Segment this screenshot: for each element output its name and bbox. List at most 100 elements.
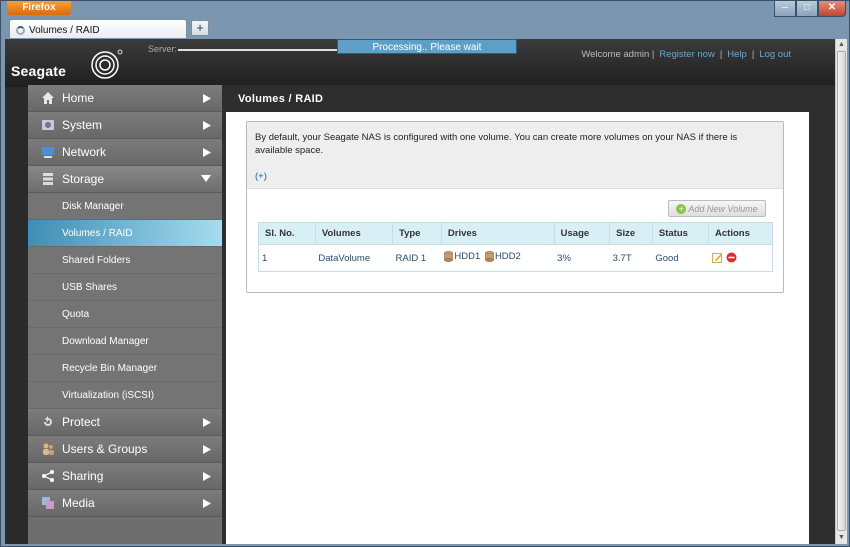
col-header: Status [651,222,710,245]
scroll-down-icon[interactable]: ▼ [836,532,847,544]
chevron-right-icon [203,499,211,508]
loading-spinner-icon [16,26,25,35]
sidebar-item-media[interactable]: Media [28,490,222,517]
info-text: By default, your Seagate NAS is configur… [255,132,738,156]
chevron-down-icon [201,175,211,182]
cell-no: 1 [258,244,316,272]
page-viewport: Seagate Server: Processing.. Please wait… [5,39,835,544]
table-header-row: Sl. No. Volumes Type Drives Usage Size S… [258,222,773,245]
firefox-menu-button[interactable]: Firefox [7,1,71,15]
page-title: Volumes / RAID [238,93,324,105]
drive-item: HDD2 [485,251,521,262]
col-header: Usage [553,222,611,245]
tab-title: Volumes / RAID [29,25,100,36]
seagate-logo[interactable]: Seagate [5,39,123,87]
protect-icon [41,415,55,429]
sidebar-item-label: Sharing [62,469,104,483]
network-icon [41,145,55,159]
register-link[interactable]: Register now [659,49,714,60]
chevron-right-icon [203,148,211,157]
system-icon [41,118,55,132]
sidebar-item-network[interactable]: Network [28,139,222,166]
col-header: Type [392,222,442,245]
sidebar-item-label: Storage [62,172,105,186]
scroll-up-icon[interactable]: ▲ [836,39,847,51]
sidebar-sub-recycle-bin[interactable]: Recycle Bin Manager [28,355,222,382]
welcome-text: Welcome admin | [581,49,655,60]
sidebar-item-label: System [62,118,103,132]
col-header: Volumes [314,222,394,245]
logout-link[interactable]: Log out [759,49,791,60]
sidebar-sub-shared-folders[interactable]: Shared Folders [28,247,222,274]
sidebar-item-label: Network [62,145,107,159]
sidebar-item-system[interactable]: System [28,112,222,139]
vertical-scrollbar[interactable]: ▲ ▼ [835,39,847,544]
nav-separator: | [719,49,723,60]
col-header: Sl. No. [258,222,316,245]
server-label: Server: [148,44,178,54]
close-button[interactable]: ✕ [818,1,846,17]
maximize-button[interactable]: □ [796,1,818,17]
sidebar-item-label: Users & Groups [62,442,148,456]
sidebar-item-sharing[interactable]: Sharing [28,463,222,490]
server-progress-bar [178,49,338,51]
chevron-right-icon [203,472,211,481]
processing-banner: Processing.. Please wait [337,39,517,54]
sidebar-sub-disk-manager[interactable]: Disk Manager [28,193,222,220]
sidebar-sub-virtualization[interactable]: Virtualization (iSCSI) [28,382,222,409]
delete-icon[interactable] [726,252,737,263]
sidebar-item-label: Media [62,496,95,510]
sidebar-item-users-groups[interactable]: Users & Groups [28,436,222,463]
new-tab-button[interactable]: + [191,20,209,36]
chevron-right-icon [203,445,211,454]
edit-icon[interactable] [711,252,723,264]
add-button-label: Add New Volume [688,203,758,214]
drive-label: HDD2 [494,251,521,262]
media-icon [41,496,55,510]
volumes-panel: By default, your Seagate NAS is configur… [246,121,784,293]
cell-type: RAID 1 [392,244,442,272]
sidebar-item-label: Protect [62,415,101,429]
chevron-right-icon [203,121,211,130]
cell-drives: HDD1 HDD2 [441,244,555,272]
tab-bar: Volumes / RAID + [5,17,847,39]
cell-actions [708,244,773,272]
help-link[interactable]: Help [727,49,747,60]
sidebar-sub-download-manager[interactable]: Download Manager [28,328,222,355]
hdd-icon [485,251,494,262]
storage-icon [41,172,55,186]
hdd-icon [444,251,454,262]
volumes-table: Sl. No. Volumes Type Drives Usage Size S… [258,222,773,272]
col-header: Actions [708,222,773,245]
table-row[interactable]: 1 DataVolume RAID 1 HDD1 HDD2 3% 3.7T Go… [258,244,773,272]
chevron-right-icon [203,94,211,103]
minimize-button[interactable]: – [774,1,796,17]
chevron-right-icon [203,418,211,427]
browser-tab[interactable]: Volumes / RAID [9,19,187,38]
browser-window: Firefox – □ ✕ Volumes / RAID + Seagate S… [0,0,850,547]
cell-volume: DataVolume [315,244,393,272]
add-new-volume-button[interactable]: + Add New Volume [668,200,766,217]
sharing-icon [41,469,55,483]
nav-separator: | [751,49,755,60]
sidebar-sub-volumes-raid[interactable]: Volumes / RAID [28,220,222,247]
sidebar-item-label: Home [62,91,95,105]
col-header: Size [609,222,653,245]
main-area: Volumes / RAID By default, your Seagate … [222,85,835,544]
seagate-swirl-icon [91,49,123,79]
col-header: Drives [440,222,555,245]
cell-status: Good [652,244,709,272]
sidebar: Home System Network Storage Disk Manager… [28,85,222,544]
users-icon [41,442,55,456]
sidebar-item-protect[interactable]: Protect [28,409,222,436]
app-header: Seagate Server: Processing.. Please wait… [5,39,835,87]
sidebar-sub-quota[interactable]: Quota [28,301,222,328]
content-area: By default, your Seagate NAS is configur… [226,112,809,544]
expand-link[interactable]: (+) [255,170,775,183]
sidebar-sub-usb-shares[interactable]: USB Shares [28,274,222,301]
drive-item: HDD1 [444,251,480,262]
sidebar-item-storage[interactable]: Storage [28,166,222,193]
scroll-thumb[interactable] [837,51,846,531]
add-icon: + [676,203,687,214]
sidebar-item-home[interactable]: Home [28,85,222,112]
